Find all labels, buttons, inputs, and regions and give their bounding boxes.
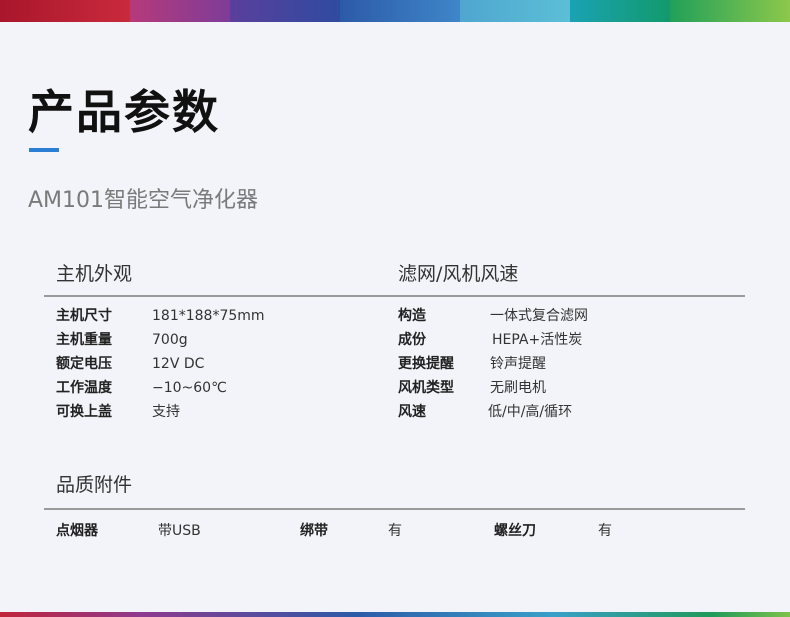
accessory-label: 螺丝刀 xyxy=(494,523,536,539)
spec-label: 额定电压 xyxy=(56,356,112,372)
spec-value: 12V DC xyxy=(152,356,205,372)
spec-label: 更换提醒 xyxy=(398,356,454,372)
spec-value: 一体式复合滤网 xyxy=(490,308,588,324)
title-accent-bar xyxy=(29,148,59,152)
section-heading-accessories: 品质附件 xyxy=(56,474,133,496)
spec-value: 无刷电机 xyxy=(490,380,546,396)
bottom-color-strip xyxy=(0,612,790,617)
accessory-value: 带USB xyxy=(158,523,201,539)
accessory-label: 点烟器 xyxy=(56,523,98,539)
band-segment xyxy=(0,0,130,22)
spec-label: 主机尺寸 xyxy=(56,308,112,324)
spec-value: HEPA+活性炭 xyxy=(492,332,583,348)
spec-value: 700g xyxy=(152,332,188,348)
spec-label: 构造 xyxy=(398,308,426,324)
spec-value: 低/中/高/循环 xyxy=(488,404,573,420)
section-divider xyxy=(44,508,745,510)
spec-value: 铃声提醒 xyxy=(490,356,546,372)
band-segment xyxy=(230,0,340,22)
product-name: AM101智能空气净化器 xyxy=(28,188,259,213)
spec-label: 可换上盖 xyxy=(56,404,112,420)
accessory-value: 有 xyxy=(388,523,402,539)
band-segment xyxy=(670,0,790,22)
spec-value: 支持 xyxy=(152,404,180,420)
top-color-band xyxy=(0,0,790,22)
section-heading-appearance: 主机外观 xyxy=(56,263,133,285)
section-divider xyxy=(44,295,745,297)
band-segment xyxy=(570,0,670,22)
spec-label: 主机重量 xyxy=(56,332,112,348)
spec-value: 181*188*75mm xyxy=(152,308,265,324)
band-segment xyxy=(130,0,230,22)
spec-value: −10~60℃ xyxy=(152,380,227,396)
accessory-value: 有 xyxy=(598,523,612,539)
section-heading-filter: 滤网/风机风速 xyxy=(398,263,519,285)
spec-label: 工作温度 xyxy=(56,380,112,396)
band-segment xyxy=(340,0,460,22)
spec-label: 成份 xyxy=(398,332,426,348)
band-segment xyxy=(460,0,570,22)
page-title: 产品参数 xyxy=(28,85,220,139)
accessory-label: 绑带 xyxy=(300,523,328,539)
spec-label: 风机类型 xyxy=(398,380,454,396)
spec-label: 风速 xyxy=(398,404,426,420)
